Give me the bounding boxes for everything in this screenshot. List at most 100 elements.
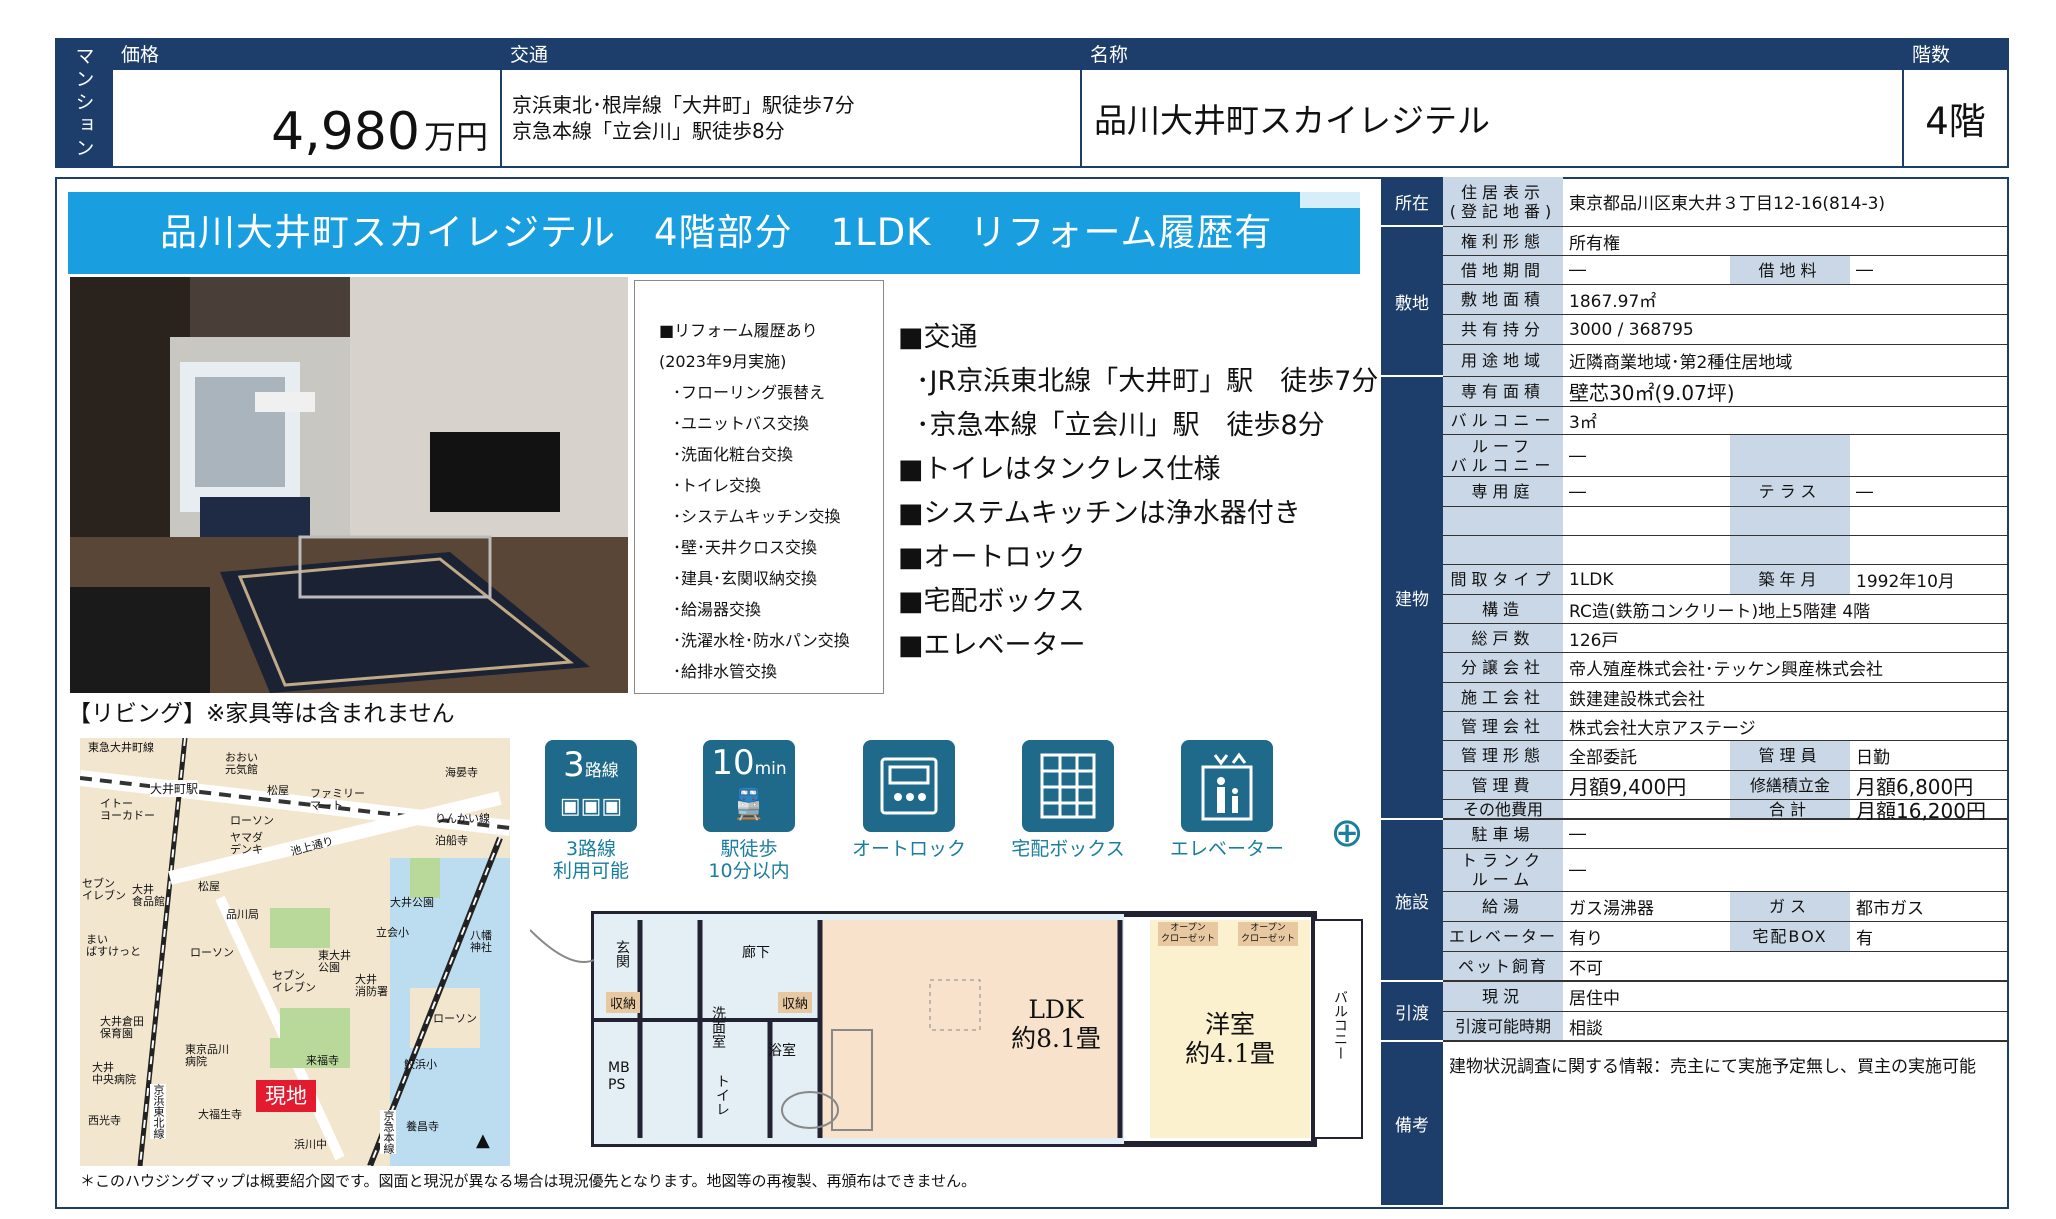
reform-line: ･建具･玄関収納交換 (673, 569, 818, 588)
plan-label: バルコニー (1332, 990, 1348, 1060)
map-label: おおい 元気館 (225, 751, 258, 776)
compass-icon: ⊕ (1330, 810, 1364, 856)
total-value: 月額16,200円 (1856, 798, 1986, 823)
floor-label: 階数 (1904, 40, 2007, 70)
remarks-text: 建物状況調査に関する情報：売主にて実施予定無し、買主の実施可能 (1449, 1057, 1976, 1077)
map-label: 大福生寺 (198, 1108, 242, 1121)
zone-label: 用途地域 (1443, 345, 1563, 376)
lease-value: ― (1569, 260, 1586, 280)
map-label: ローソン (230, 814, 274, 827)
cat-building: 建物 (1381, 377, 1443, 820)
reserve-label: 修繕積立金 (1730, 771, 1850, 799)
map-label: 立会小 (376, 926, 409, 939)
features-list: ■交通 ･JR京浜東北線「大井町」駅 徒歩7分 ･京急本線「立会川」駅 徒歩8分… (898, 316, 1378, 668)
name-cell: 名称 品川大井町スカイレジテル (1080, 40, 1902, 166)
feature-item: ■エレベーター (898, 630, 1086, 661)
share-label: 共有持分 (1443, 315, 1563, 344)
name-label: 名称 (1082, 40, 1902, 70)
banner-fold (1300, 192, 1360, 208)
layout-label: 間取タイプ (1443, 565, 1563, 594)
feature-item: ■オートロック (898, 542, 1086, 573)
blank-label (1730, 536, 1850, 564)
blank-label (1443, 507, 1563, 535)
reform-line: (2023年9月実施) (659, 352, 787, 371)
reform-line: ･トイレ交換 (673, 476, 762, 495)
parking-value: ― (1569, 824, 1586, 844)
feature-item: ･JR京浜東北線「大井町」駅 徒歩7分 (916, 366, 1379, 397)
status-label: 現況 (1443, 982, 1563, 1011)
map-label: 海晏寺 (445, 766, 478, 779)
elevator-label: エレベーター (1443, 922, 1563, 951)
rent-label: 借地料 (1730, 256, 1850, 284)
mgmt-form-label: 管理形態 (1443, 741, 1563, 770)
plan-label: 廊下 (742, 945, 770, 961)
map-label: 八幡 神社 (470, 929, 492, 954)
structure-value: RC造(鉄筋コンクリート)地上5階建 4階 (1569, 601, 1871, 622)
walk-unit: min (754, 759, 787, 779)
feature-item: ■システムキッチンは浄水器付き (898, 498, 1301, 529)
units-value: 126戸 (1569, 630, 1619, 651)
map-north-icon: ▲ (476, 1130, 490, 1151)
price-value: 4,980 (271, 102, 420, 162)
lease-label: 借地期間 (1443, 256, 1563, 284)
map-label: ローソン (433, 1012, 477, 1025)
gas-label: ガス (1730, 892, 1850, 921)
map-label: 京急本線 (380, 1110, 396, 1154)
rent-value: ― (1856, 260, 1873, 280)
trunk-value: ― (1569, 860, 1586, 880)
map-label: 大井町駅 (150, 780, 199, 797)
train-lines-icon: 3路線 ▣▣▣ (545, 740, 637, 832)
feature-item: ･京急本線「立会川」駅 徒歩8分 (916, 410, 1325, 441)
map-label: 大井 中央病院 (92, 1061, 136, 1086)
map-label: 品川局 (226, 908, 259, 921)
map-label: 大井 食品館 (132, 883, 165, 908)
address-value: 東京都品川区東大井３丁目12-16(814-3) (1569, 194, 1886, 214)
elevator-icon (1181, 740, 1273, 832)
property-type-label: マンション (57, 40, 111, 166)
map-label: 東京品川 病院 (185, 1043, 229, 1068)
roof-label: ルーフ バルコニー (1443, 435, 1563, 476)
floor-plan: 玄関 廊下 収納 収納 MB PS 洗面室 トイレ 浴室 LDK 約8.1畳 洋… (530, 910, 1368, 1150)
pet-value: 不可 (1569, 958, 1603, 979)
photo-caption: 【リビング】※家具等は含まれません (68, 701, 455, 727)
area-value: 壁芯30㎡(9.07坪) (1569, 381, 1735, 405)
cat-handover: 引渡 (1381, 982, 1443, 1042)
plan-label: オープン クローゼット (1158, 922, 1219, 946)
reform-line: ･洗面化粧台交換 (673, 445, 794, 464)
built-label: 築年月 (1730, 565, 1850, 594)
cat-facilities: 施設 (1381, 820, 1443, 982)
manager-value: 株式会社大京アステージ (1569, 718, 1756, 739)
floor-cell: 階数 4階 (1902, 40, 2007, 166)
blank-label (1443, 536, 1563, 564)
feature-item: ■トイレはタンクレス仕様 (898, 454, 1221, 485)
pet-label: ペット飼育 (1443, 952, 1563, 980)
plan-label: トイレ (714, 1074, 730, 1116)
garden-label: 専用庭 (1443, 477, 1563, 506)
zone-value: 近隣商業地域･第2種住居地域 (1569, 353, 1793, 373)
map-label: 東大井 公園 (318, 949, 351, 974)
plan-label: オープン クローゼット (1238, 922, 1299, 946)
share-value: 3000 / 368795 (1569, 319, 1694, 340)
rights-label: 権利形態 (1443, 227, 1563, 255)
other-fee-value (1563, 800, 1569, 818)
map-label: セブン イレブン (272, 969, 316, 994)
address-label: 住居表示 (登記地番) (1443, 177, 1563, 226)
land-area-label: 敷地面積 (1443, 285, 1563, 314)
total-label: 合計 (1730, 800, 1850, 819)
elevator-value: 有り (1569, 929, 1603, 949)
gas-value: 都市ガス (1856, 899, 1924, 919)
terrace-label: テラス (1730, 477, 1850, 506)
transport-cell: 交通 京浜東北･根岸線「大井町」駅徒歩7分 京急本線「立会川」駅徒歩8分 (500, 40, 1080, 166)
terrace-value: ― (1856, 481, 1873, 502)
cat-remarks: 備考 (1381, 1042, 1443, 1207)
structure-label: 構造 (1443, 595, 1563, 623)
cat-land: 敷地 (1381, 227, 1443, 377)
area-map: 東急大井町線 おおい 元気館 松屋 ファミリー マート 大井町駅 イトー ヨーカ… (80, 738, 510, 1166)
plan-label: 収納 (778, 992, 813, 1013)
reform-history-box: ■リフォーム履歴あり (2023年9月実施) ･フローリング張替え ･ユニットバ… (634, 280, 884, 694)
property-name: 品川大井町スカイレジテル (1094, 101, 1490, 140)
roof-value: ― (1569, 445, 1586, 466)
area-label: 専有面積 (1443, 377, 1563, 406)
delivery-box-label: 宅配BOX (1730, 922, 1850, 951)
status-value: 居住中 (1569, 989, 1620, 1009)
